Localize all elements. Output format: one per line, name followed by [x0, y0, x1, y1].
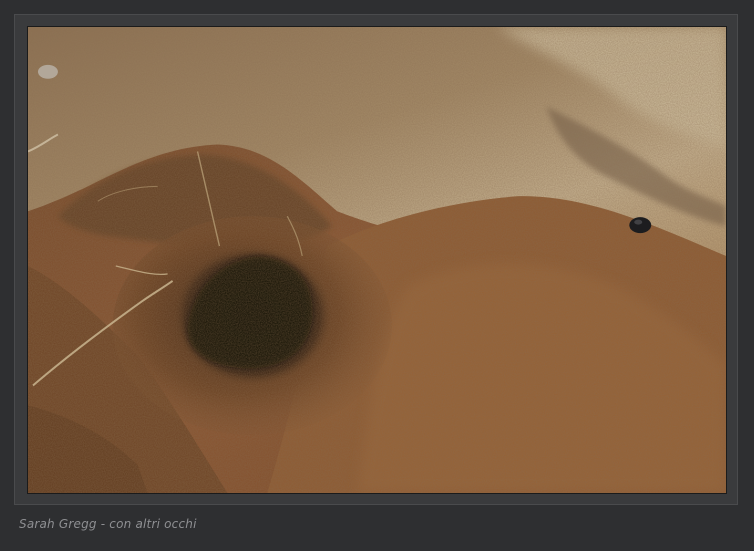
page: Sarah Gregg - con altri occhi — [0, 0, 754, 551]
photo-image — [28, 27, 726, 493]
photo-caption: Sarah Gregg - con altri occhi — [19, 517, 197, 531]
photo — [27, 26, 727, 494]
